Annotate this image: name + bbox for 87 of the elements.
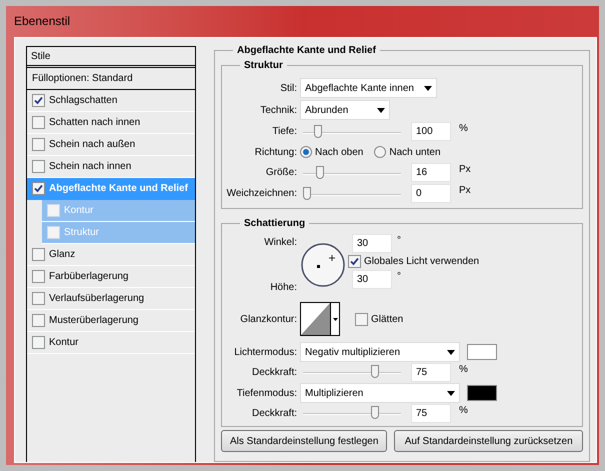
slider-track[interactable] — [303, 166, 401, 180]
checkmark-icon — [34, 184, 43, 193]
radio-button[interactable] — [300, 146, 312, 158]
number-field[interactable]: 16 — [411, 163, 451, 182]
style-item[interactable]: Farbüberlagerung — [27, 266, 195, 288]
field-label: Stil: — [280, 82, 297, 94]
window-title: Ebenenstil — [14, 15, 70, 28]
unit-label: % — [459, 363, 468, 376]
checkbox-label: Glätten — [371, 312, 404, 326]
dropdown[interactable]: Abgeflachte Kante innen — [300, 78, 437, 98]
number-field[interactable]: 0 — [411, 184, 451, 203]
checkbox[interactable] — [32, 94, 45, 107]
style-item[interactable]: Schatten nach innen — [27, 112, 195, 134]
number-field[interactable]: 30 — [352, 270, 392, 289]
style-item[interactable]: Schein nach außen — [27, 134, 195, 156]
slider-track[interactable] — [303, 124, 401, 138]
unit-label: ° — [397, 234, 401, 247]
number-field[interactable]: 100 — [411, 122, 451, 141]
caret-icon — [424, 86, 432, 90]
dropdown[interactable]: Multiplizieren — [300, 383, 460, 403]
checkbox[interactable] — [32, 292, 45, 305]
checkbox[interactable] — [348, 255, 361, 268]
slider-track[interactable] — [303, 186, 401, 200]
style-item[interactable]: Kontur — [27, 332, 195, 354]
style-item[interactable]: Glanz — [27, 244, 195, 266]
slider-thumb[interactable] — [316, 166, 324, 178]
style-item[interactable]: Schlagschatten — [27, 90, 195, 112]
checkbox[interactable] — [32, 248, 45, 261]
slider-track[interactable] — [303, 406, 401, 420]
slider-thumb[interactable] — [370, 365, 378, 378]
checkmark-icon — [34, 96, 43, 105]
dropdown[interactable]: Negativ multiplizieren — [300, 342, 460, 362]
unit-label: Px — [459, 184, 471, 197]
contour-picker[interactable] — [300, 302, 340, 336]
unit-label: Px — [459, 163, 471, 176]
checkbox[interactable] — [32, 116, 45, 129]
unit-label: ° — [397, 270, 401, 283]
field-label: Größe: — [266, 166, 297, 179]
slider-thumb[interactable] — [370, 406, 378, 419]
checkbox[interactable] — [32, 182, 45, 195]
radio-label: Nach unten — [389, 146, 441, 158]
checkbox[interactable] — [32, 314, 45, 327]
field-label: Weichzeichnen: — [226, 187, 297, 200]
field-label: Tiefe: — [272, 125, 297, 138]
checkbox-label: Globales Licht verwenden — [364, 255, 480, 268]
field-label: Glanzkontur: — [240, 312, 297, 326]
checkbox[interactable] — [355, 312, 368, 326]
radio-button[interactable] — [374, 146, 386, 158]
checkbox[interactable] — [32, 270, 45, 283]
unit-label: % — [459, 404, 468, 417]
style-item[interactable]: Musterüberlagerung — [27, 310, 195, 332]
style-item[interactable]: Verlaufsüberlagerung — [27, 288, 195, 310]
color-swatch[interactable] — [467, 344, 497, 360]
checkbox[interactable] — [32, 160, 45, 173]
field-label: Tiefenmodus: — [236, 386, 297, 400]
field-label: Lichtermodus: — [234, 346, 297, 358]
checkbox[interactable] — [32, 336, 45, 349]
list-header: Stile — [31, 50, 50, 62]
number-field[interactable]: 75 — [411, 404, 451, 422]
slider-thumb[interactable] — [303, 186, 311, 200]
field-label: Richtung: — [254, 146, 297, 158]
caret-icon — [377, 108, 385, 112]
caret-icon — [447, 350, 455, 354]
action-button[interactable]: Als Standardeinstellung festlegen — [221, 430, 388, 452]
action-button[interactable]: Auf Standardeinstellung zurücksetzen — [394, 430, 583, 452]
style-item[interactable]: Fülloptionen: Standard — [27, 68, 195, 90]
caret-icon — [447, 390, 455, 396]
checkmark-icon — [350, 257, 359, 266]
field-label: Höhe: — [270, 281, 297, 294]
color-swatch[interactable] — [467, 385, 497, 401]
dropdown[interactable]: Abrunden — [300, 100, 390, 120]
group-title: Abgeflachte Kante und Relief — [233, 43, 380, 58]
caret-icon — [332, 318, 338, 320]
slider-thumb[interactable] — [314, 124, 322, 138]
field-label: Deckkraft: — [252, 406, 297, 420]
field-label: Winkel: — [264, 236, 297, 249]
checkbox[interactable] — [32, 138, 45, 151]
angle-dial[interactable] — [300, 242, 346, 288]
field-label: Technik: — [260, 104, 297, 116]
contour-curve-icon — [301, 303, 330, 335]
number-field[interactable]: 75 — [411, 362, 451, 382]
radio-label: Nach oben — [315, 146, 364, 158]
group-title: Schattierung — [240, 216, 310, 231]
field-label: Deckkraft: — [252, 366, 297, 378]
slider-track[interactable] — [303, 365, 401, 379]
unit-label: % — [459, 122, 468, 135]
number-field[interactable]: 30 — [352, 234, 392, 253]
